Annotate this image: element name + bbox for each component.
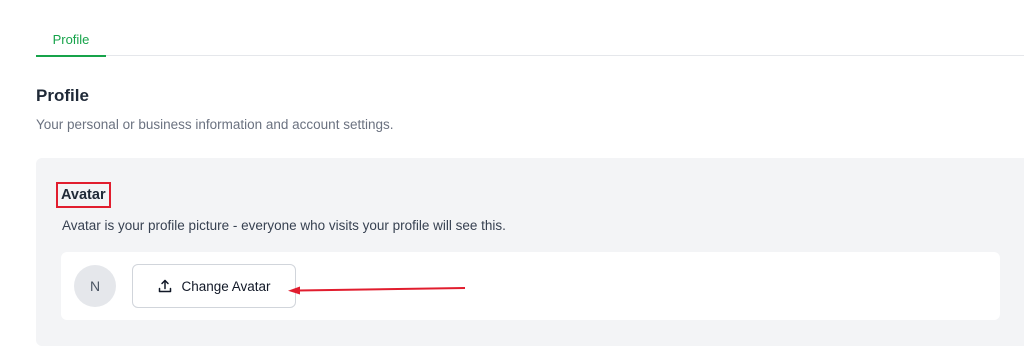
avatar: N [74,265,116,307]
page-subtitle: Your personal or business information an… [36,117,394,132]
avatar-heading-text: Avatar [61,187,106,203]
change-avatar-label: Change Avatar [181,278,271,294]
change-avatar-button[interactable]: Change Avatar [132,264,296,308]
upload-icon [159,279,172,293]
avatar-heading: Avatar [56,182,111,208]
annotation-arrow-icon [288,286,466,295]
avatar-initial: N [89,278,101,294]
avatar-card: Avatar Avatar is your profile picture - … [36,158,1024,346]
tab-profile[interactable]: Profile [36,22,106,57]
page-title: Profile [36,86,89,105]
avatar-description: Avatar is your profile picture - everyon… [62,218,506,233]
avatar-panel: N Change Avatar [61,252,1000,320]
page: Profile Profile Your personal or busines… [0,0,1024,352]
tab-active-indicator [36,55,106,57]
tab-bar: Profile [36,22,1024,57]
tab-label: Profile [52,31,90,47]
